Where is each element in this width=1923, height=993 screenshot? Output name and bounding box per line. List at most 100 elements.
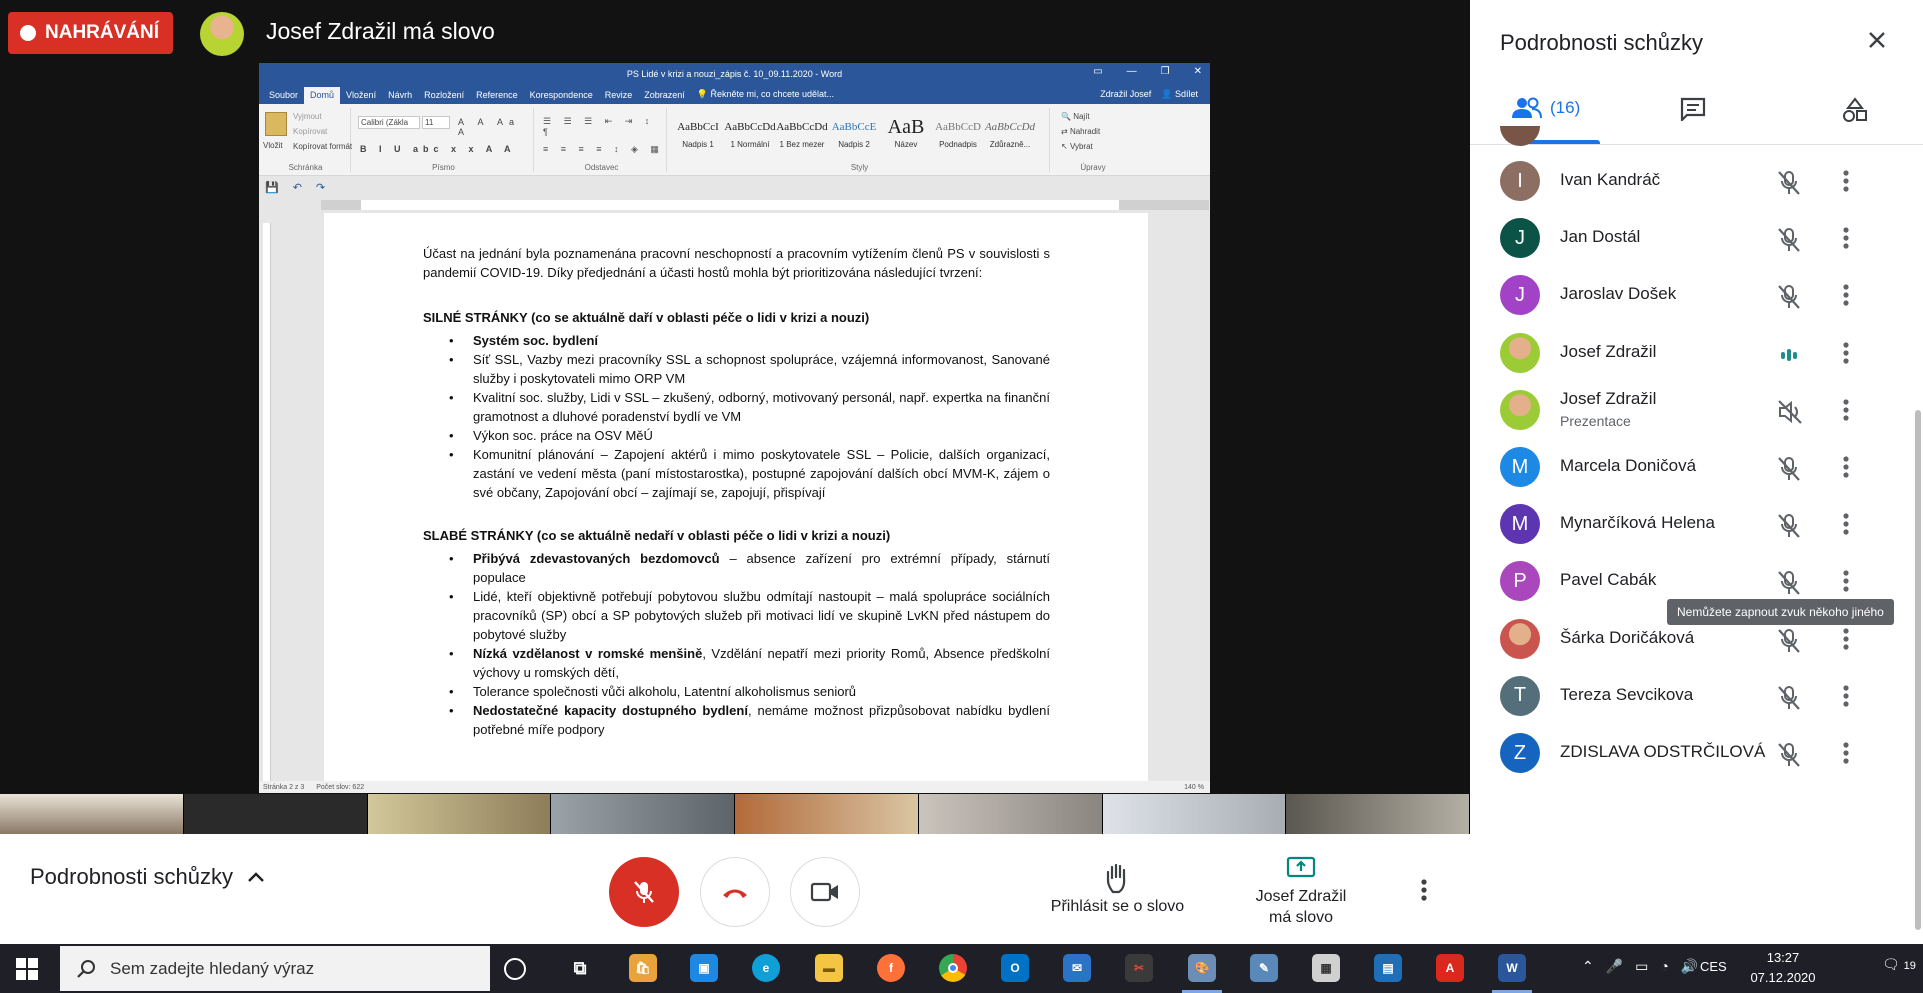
font-name-box: Calibri (Zákla bbox=[358, 116, 420, 129]
more-vert-icon[interactable] bbox=[1842, 511, 1850, 542]
mic-off-icon[interactable] bbox=[1776, 627, 1802, 660]
participant-name: Jan Dostál bbox=[1560, 227, 1641, 247]
mic-off-icon[interactable] bbox=[1776, 169, 1802, 202]
list-item: Systém soc. bydlení bbox=[449, 331, 1050, 350]
panel-scrollbar[interactable] bbox=[1915, 410, 1921, 930]
mic-off-icon[interactable] bbox=[1776, 283, 1802, 316]
outlook-icon[interactable]: O bbox=[1001, 954, 1029, 982]
more-vert-icon[interactable] bbox=[1842, 683, 1850, 714]
tab-chat[interactable] bbox=[1680, 97, 1706, 121]
more-options-button[interactable] bbox=[1420, 878, 1428, 907]
raise-hand-button[interactable]: Přihlásit se o slovo bbox=[1045, 862, 1190, 916]
system-tray-icons[interactable]: ⌃🎤▭◔🔊 bbox=[1582, 958, 1710, 975]
calculator-icon[interactable]: ▦ bbox=[1312, 954, 1340, 982]
edge-icon[interactable]: e bbox=[752, 954, 780, 982]
strengths-heading: SILNÉ STRÁNKY (co se aktuálně daří v obl… bbox=[423, 310, 870, 325]
taskbar-search-box[interactable]: Sem zadejte hledaný výraz bbox=[60, 946, 490, 991]
more-vert-icon[interactable] bbox=[1842, 740, 1850, 771]
chrome-icon[interactable] bbox=[939, 954, 967, 982]
task-view-icon[interactable]: ⧉ bbox=[566, 954, 594, 982]
participant-row[interactable]: Z ZDISLAVA ODSTRČILOVÁ bbox=[1470, 718, 1923, 788]
participant-avatar bbox=[1500, 618, 1540, 659]
list-item: Nízká vzdělanost v romské menšině, Vzděl… bbox=[449, 644, 1050, 682]
panel-tabs: (16) bbox=[1470, 85, 1923, 145]
notification-center[interactable]: 🗨 19 bbox=[1882, 956, 1916, 973]
tab-people[interactable]: (16) bbox=[1512, 97, 1580, 119]
mail-icon[interactable]: ✉ bbox=[1063, 954, 1091, 982]
paint-icon[interactable]: 🎨 bbox=[1188, 954, 1216, 982]
snipping-tool-icon[interactable]: ✂ bbox=[1125, 954, 1153, 982]
list-item: Komunitní plánování – Zapojení aktérů i … bbox=[449, 445, 1050, 502]
more-vert-icon[interactable] bbox=[1842, 168, 1850, 199]
presenting-button[interactable]: Josef Zdražil má slovo bbox=[1245, 856, 1357, 928]
chrome-center bbox=[948, 963, 958, 973]
clock-date: 07.12.2020 bbox=[1750, 970, 1816, 985]
word-titlebar: PS Lidé v krizi a nouzi_zápis č. 10_09.1… bbox=[259, 63, 1210, 85]
speaking-indicator-icon[interactable] bbox=[1776, 341, 1802, 374]
acrobat-icon[interactable]: A bbox=[1436, 954, 1464, 982]
video-thumbnail[interactable] bbox=[1286, 794, 1470, 834]
style-zdurazneni: AaBbCcDd Zdůrazně... bbox=[984, 114, 1036, 158]
taskbar-search-placeholder: Sem zadejte hledaný výraz bbox=[110, 958, 315, 978]
file-explorer-icon[interactable]: ▬ bbox=[815, 954, 843, 982]
style-name: Nadpis 2 bbox=[838, 140, 870, 149]
video-thumbnail[interactable] bbox=[551, 794, 735, 834]
video-thumbnail[interactable] bbox=[183, 794, 368, 834]
video-thumbnail[interactable] bbox=[735, 794, 919, 834]
video-thumbnail[interactable] bbox=[1102, 794, 1287, 834]
video-thumbnail[interactable] bbox=[367, 794, 552, 834]
people-icon bbox=[1512, 97, 1542, 119]
word-icon[interactable]: W bbox=[1498, 954, 1526, 982]
input-language[interactable]: CES bbox=[1700, 959, 1727, 974]
firefox-icon[interactable]: f bbox=[877, 954, 905, 982]
chat-icon bbox=[1680, 97, 1706, 121]
meeting-details-toggle[interactable]: Podrobnosti schůzky bbox=[30, 864, 265, 890]
mic-off-icon[interactable] bbox=[1776, 684, 1802, 717]
paste-icon bbox=[265, 112, 287, 136]
more-vert-icon[interactable] bbox=[1842, 568, 1850, 599]
app-blue-icon[interactable]: ▣ bbox=[690, 954, 718, 982]
close-icon: ✕ bbox=[1193, 66, 1202, 77]
more-vert-icon[interactable] bbox=[1842, 626, 1850, 657]
document-app-icon[interactable]: ▤ bbox=[1374, 954, 1402, 982]
cortana-icon[interactable] bbox=[504, 958, 526, 980]
leave-call-button[interactable] bbox=[700, 857, 770, 927]
notepad-icon[interactable]: ✎ bbox=[1250, 954, 1278, 982]
microphone-toggle-button[interactable] bbox=[609, 857, 679, 927]
more-vert-icon[interactable] bbox=[1842, 340, 1850, 371]
horizontal-ruler bbox=[321, 200, 1209, 210]
start-button[interactable] bbox=[16, 958, 38, 985]
recording-label: NAHRÁVÁNÍ bbox=[45, 22, 159, 43]
mic-off-icon[interactable] bbox=[1776, 226, 1802, 259]
list-item-text: Kvalitní soc. služby, Lidi v SSL – zkuše… bbox=[473, 390, 1050, 424]
volume-off-icon[interactable] bbox=[1776, 398, 1804, 431]
font-format-icons: B I U abc x x A A bbox=[360, 144, 516, 154]
weaknesses-heading: SLABÉ STRÁNKY (co se aktuálně nedaří v o… bbox=[423, 528, 891, 543]
more-vert-icon[interactable] bbox=[1842, 282, 1850, 313]
close-panel-button[interactable] bbox=[1867, 30, 1887, 55]
windows-logo-icon bbox=[16, 958, 38, 980]
hang-up-icon bbox=[723, 889, 747, 898]
store-icon[interactable]: 🛍 bbox=[629, 954, 657, 982]
find-label: 🔍 Najít bbox=[1061, 112, 1090, 121]
more-vert-icon[interactable] bbox=[1842, 397, 1850, 428]
participant-avatar: M bbox=[1500, 504, 1540, 545]
video-thumbnail[interactable] bbox=[0, 794, 184, 834]
more-vert-icon[interactable] bbox=[1842, 225, 1850, 256]
mic-off-icon[interactable] bbox=[1776, 741, 1802, 774]
participant-name: Šárka Doričáková bbox=[1560, 627, 1695, 647]
video-camera-icon bbox=[810, 882, 838, 902]
word-window-title: PS Lidé v krizi a nouzi_zápis č. 10_09.1… bbox=[626, 69, 843, 79]
taskbar-clock[interactable]: 13:27 07.12.2020 bbox=[1743, 948, 1823, 988]
word-share: 👤 Sdílet bbox=[1161, 89, 1198, 99]
tab-soubor: Soubor bbox=[269, 90, 299, 100]
more-vert-icon[interactable] bbox=[1842, 454, 1850, 485]
mic-off-icon[interactable] bbox=[1776, 455, 1802, 488]
mic-off-icon[interactable] bbox=[1776, 512, 1802, 545]
video-thumbnail[interactable] bbox=[918, 794, 1103, 834]
camera-toggle-button[interactable] bbox=[790, 857, 860, 927]
tab-activities[interactable] bbox=[1842, 97, 1868, 123]
mic-off-icon[interactable] bbox=[1776, 569, 1802, 602]
list-item: Síť SSL, Vazby mezi pracovníky SSL a sch… bbox=[449, 350, 1050, 388]
word-statusbar: Stránka 2 z 3 Počet slov: 622 140 % bbox=[259, 781, 1210, 793]
